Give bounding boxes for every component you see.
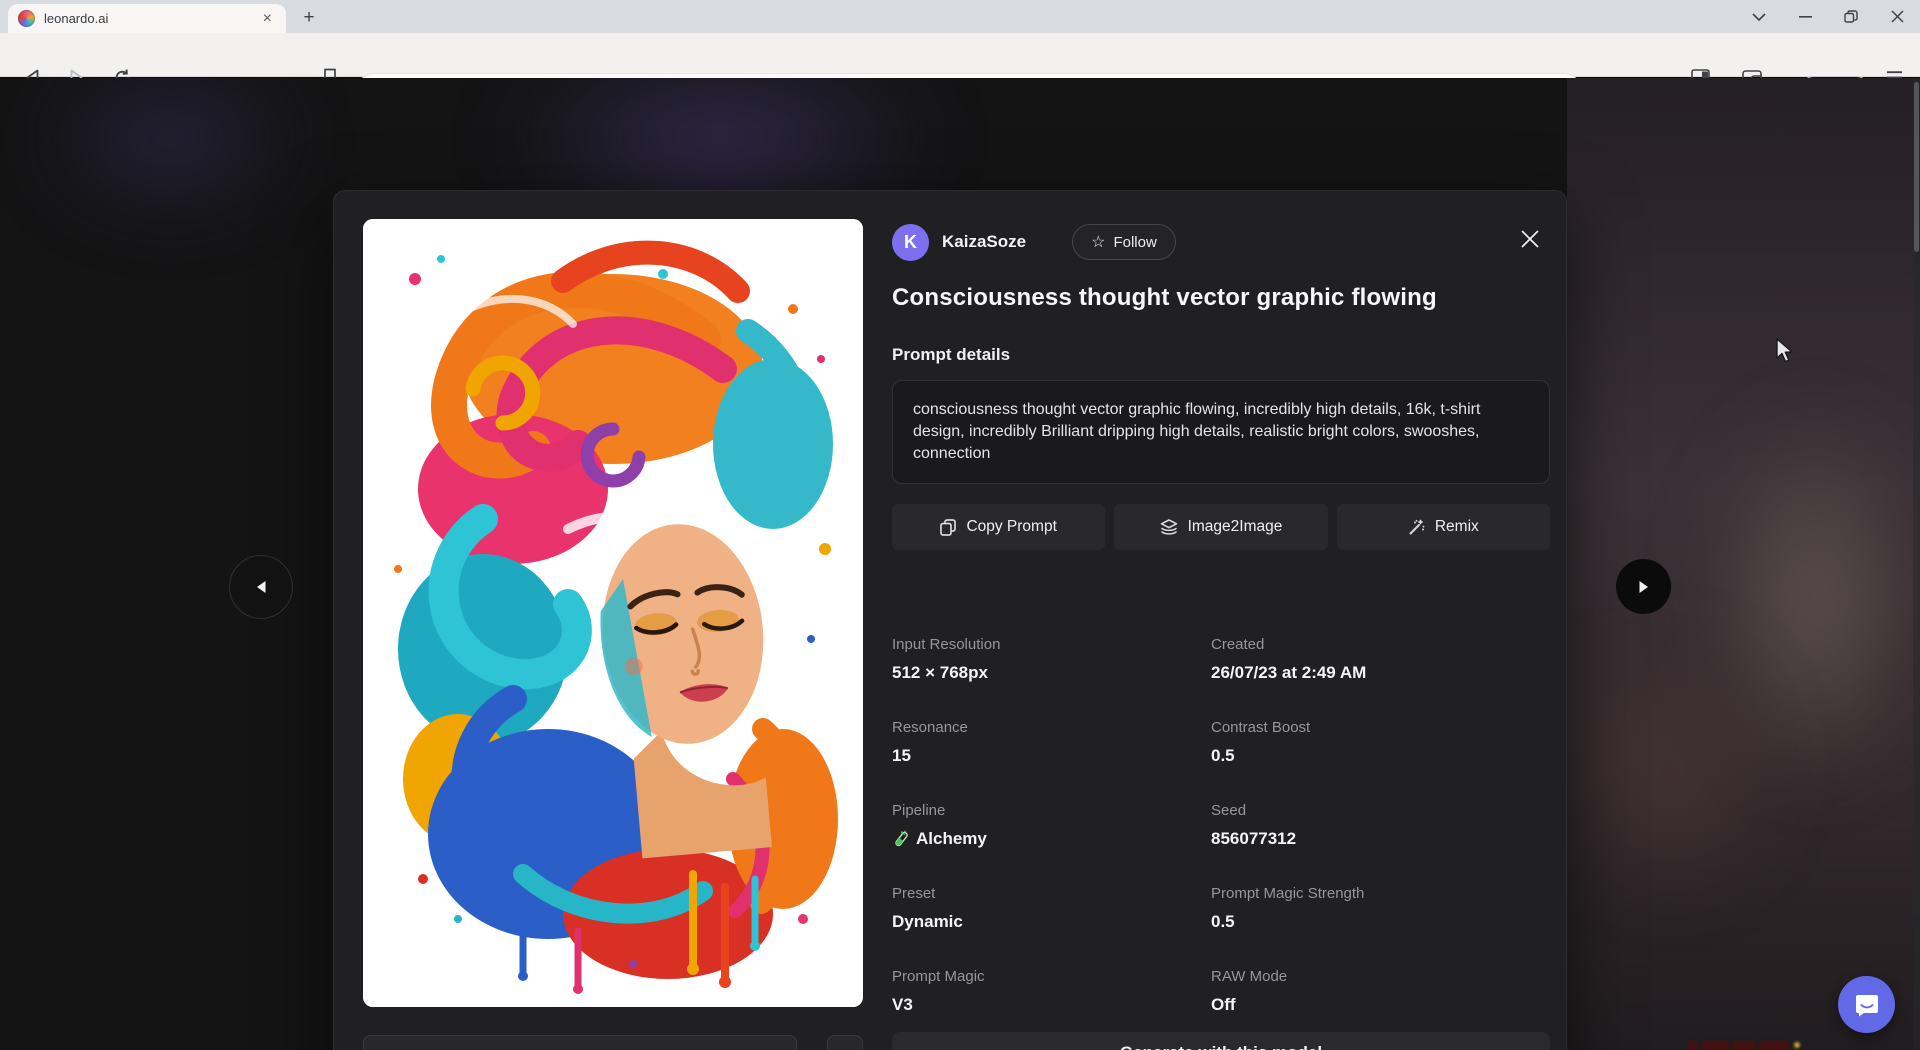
- remix-button[interactable]: Remix: [1337, 504, 1550, 550]
- author-name[interactable]: KaizaSoze: [942, 232, 1026, 252]
- chat-widget-button[interactable]: [1838, 976, 1895, 1033]
- next-image-button[interactable]: [1616, 559, 1671, 614]
- image-detail-modal: K KaizaSoze ☆ Follow Consciousness thoug…: [333, 190, 1567, 1050]
- site-favicon: [18, 10, 35, 27]
- follow-button[interactable]: ☆ Follow: [1072, 224, 1176, 260]
- detail-prompt-magic-strength: Prompt Magic Strength 0.5: [1211, 885, 1550, 933]
- detail-created: Created 26/07/23 at 2:49 AM: [1211, 636, 1550, 684]
- browser-tab[interactable]: leonardo.ai ×: [8, 4, 286, 33]
- star-icon: ☆: [1091, 232, 1105, 252]
- tab-title: leonardo.ai: [44, 11, 259, 26]
- copy-icon: [940, 519, 956, 536]
- test-tube-icon: [892, 830, 908, 848]
- tab-search-chevron-icon[interactable]: [1736, 0, 1782, 33]
- restore-button[interactable]: [1828, 0, 1874, 33]
- remix-label: Remix: [1435, 518, 1479, 536]
- page-scrollbar: [1913, 78, 1920, 1050]
- detail-prompt-magic: Prompt Magic V3: [892, 968, 1211, 1016]
- scrollbar-thumb[interactable]: [1914, 82, 1919, 252]
- follow-label: Follow: [1113, 234, 1156, 251]
- detail-preset: Preset Dynamic: [892, 885, 1211, 933]
- chevron-left-icon: [255, 580, 267, 594]
- tab-close-icon[interactable]: ×: [259, 9, 276, 29]
- video-watermark: [1688, 1041, 1804, 1050]
- detail-raw-mode: RAW Mode Off: [1211, 968, 1550, 1016]
- input-side-button-partial[interactable]: [827, 1035, 863, 1050]
- wand-icon: [1408, 519, 1425, 536]
- spark-icon: [1794, 1042, 1800, 1048]
- chat-smile-icon: [1854, 992, 1880, 1018]
- pipeline-value: Alchemy: [916, 827, 987, 850]
- detail-input-resolution: Input Resolution 512 × 768px: [892, 636, 1211, 684]
- avatar[interactable]: K: [892, 224, 929, 261]
- prompt-details-heading: Prompt details: [892, 345, 1550, 365]
- web-page: K KaizaSoze ☆ Follow Consciousness thoug…: [0, 78, 1920, 1050]
- minimize-button[interactable]: [1782, 0, 1828, 33]
- new-tab-button[interactable]: +: [296, 5, 322, 31]
- detail-contrast-boost: Contrast Boost 0.5: [1211, 719, 1550, 767]
- prompt-text-box[interactable]: consciousness thought vector graphic flo…: [892, 380, 1550, 484]
- copy-prompt-label: Copy Prompt: [966, 518, 1056, 536]
- detail-pipeline: Pipeline Alchemy: [892, 802, 1211, 850]
- generate-with-model-button[interactable]: Generate with this model: [892, 1032, 1550, 1050]
- author-row: K KaizaSoze ☆ Follow: [892, 223, 1550, 261]
- action-buttons: Copy Prompt Image2Image Remix: [892, 504, 1550, 550]
- generation-title: Consciousness thought vector graphic flo…: [892, 284, 1550, 312]
- window-controls: [1736, 0, 1920, 33]
- backdrop-haze-left: [40, 78, 300, 218]
- layers-icon: [1160, 519, 1178, 536]
- tab-bar: leonardo.ai × +: [0, 0, 1920, 33]
- backdrop-warm: [1560, 638, 1780, 898]
- image2image-label: Image2Image: [1188, 518, 1283, 536]
- detail-panel: K KaizaSoze ☆ Follow Consciousness thoug…: [892, 223, 1550, 1050]
- detail-resonance: Resonance 15: [892, 719, 1211, 767]
- close-window-button[interactable]: [1874, 0, 1920, 33]
- browser-toolbar: app.leonardo.ai VPN: [0, 33, 1920, 77]
- artwork-image[interactable]: [363, 219, 863, 1007]
- chevron-right-icon: [1638, 580, 1650, 594]
- copy-prompt-button[interactable]: Copy Prompt: [892, 504, 1105, 550]
- detail-seed: Seed 856077312: [1211, 802, 1550, 850]
- previous-image-button[interactable]: [229, 555, 293, 619]
- prompt-input-partial[interactable]: [363, 1035, 797, 1050]
- mouse-cursor: [1775, 338, 1797, 364]
- details-grid: Input Resolution 512 × 768px Created 26/…: [892, 636, 1550, 1016]
- image2image-button[interactable]: Image2Image: [1114, 504, 1327, 550]
- modal-close-icon[interactable]: [1518, 227, 1542, 251]
